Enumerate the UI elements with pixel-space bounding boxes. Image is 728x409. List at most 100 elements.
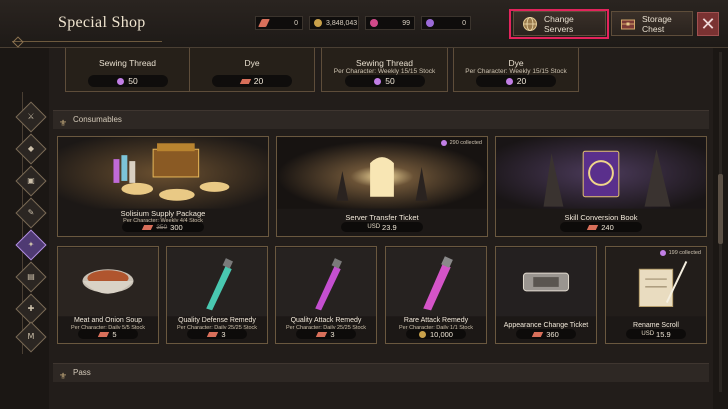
item-price: 5 [78,329,138,339]
item-name: Dye [508,58,524,68]
item-price: 350 300 [122,222,204,232]
emblem-icon: ✚ [27,304,35,313]
pink-orb-icon [117,77,125,85]
chest-icon [621,19,635,30]
item-price: USD 23.9 [341,222,423,232]
item-card-dye[interactable]: Dye 20 [189,48,315,92]
currency-unit: USD [641,331,655,337]
category-sidebar: ⚔ ◆ ▣ ✎ ✦ ▤ ✚ M [8,98,47,353]
potion-icon: ✦ [27,240,35,249]
section-pass[interactable]: ⚜ Pass [53,363,709,382]
shop-main-panel: Sewing Thread 50 Dye 20 Sewing Thread Pe… [49,48,713,409]
currency-bar: 0 3,848,043 99 0 [255,16,471,30]
sidebar-item-potion[interactable]: ✦ [15,229,47,261]
item-card-quality-defense-remedy[interactable]: Quality Defense Remedy Per Character: Da… [166,246,268,344]
item-card-rare-attack-remedy[interactable]: Rare Attack Remedy Per Character: Daily … [385,246,487,344]
item-price: 10,000 [406,329,466,339]
collected-count: 199 collected [668,250,701,256]
red-gem-icon [207,331,219,337]
item-card-appearance-change-ticket[interactable]: Appearance Change Ticket 360 [495,246,597,344]
change-servers-button[interactable]: Change Servers [513,11,606,36]
red-gem-icon [98,331,110,337]
item-card-server-transfer-ticket[interactable]: 290 collected Server Transfer Ticket USD… [276,136,488,237]
currency-value: 0 [294,19,298,27]
item-card-dye-weekly[interactable]: Dye Per Character: Weekly 15/15 Stock 20 [453,48,579,92]
item-name: Skill Conversion Book [564,213,638,222]
item-limit: Per Character: Weekly 15/15 Stock [333,68,436,75]
currency-pink-gem: 99 [365,16,415,30]
price-value: 3 [221,329,226,339]
sidebar-item-scroll[interactable]: ✎ [15,197,47,229]
item-card-skill-conversion-book[interactable]: Skill Conversion Book 240 [495,136,707,237]
red-gem-icon [532,331,544,337]
item-name: Quality Attack Remedy [290,317,362,324]
item-price: 50 [87,75,168,87]
chest-icon: ▣ [27,176,35,185]
item-card-sewing-thread[interactable]: Sewing Thread 50 [65,48,190,92]
sidebar-item-mount[interactable]: M [15,321,47,353]
section-consumables[interactable]: ⚜ Consumables [53,110,709,129]
item-card-quality-attack-remedy[interactable]: Quality Attack Remedy Per Character: Dai… [275,246,377,344]
globe-icon [523,17,537,31]
red-gem-icon [142,224,154,230]
item-name: Rare Attack Remedy [403,317,469,324]
wardrobe-icon: ▤ [27,272,35,281]
item-name: Quality Defense Remedy [178,317,256,324]
currency-red-gem: 0 [255,16,303,30]
item-card-rename-scroll[interactable]: 199 collected Rename Scroll USD 15.9 [605,246,707,344]
price-value: 50 [385,76,395,86]
close-button[interactable]: ✕ [697,12,719,36]
shop-header: Special Shop 0 3,848,043 99 0 Change Ser… [0,0,728,48]
price-value: 240 [601,222,614,232]
item-price: 3 [187,329,247,339]
sidebar-item-armor[interactable]: ◆ [15,133,47,165]
item-price: 20 [212,75,292,87]
red-gem-icon [316,331,328,337]
item-price: 20 [476,75,556,87]
mount-icon: M [27,332,35,341]
item-price: USD 15.9 [626,329,686,339]
item-limit: Per Character: Weekly 15/15 Stock [465,68,567,75]
old-price: 350 [156,223,168,231]
red-gem-icon [587,224,599,230]
skill-book-art [496,137,706,209]
collected-badge: 290 collected [440,140,482,146]
page-title: Special Shop [58,14,146,31]
item-card-meat-and-onion-soup[interactable]: Meat and Onion Soup Per Character: Daily… [57,246,159,344]
item-name: Sewing Thread [98,58,157,68]
item-name: Server Transfer Ticket [345,213,419,222]
item-card-solisium-supply-package[interactable]: Solisium Supply Package Per Character: W… [57,136,269,237]
fleur-icon: ⚜ [59,119,68,129]
pink-orb-icon [374,77,382,85]
sidebar-item-sword[interactable]: ⚔ [15,101,47,133]
close-icon: ✕ [700,13,716,35]
item-name: Solisium Supply Package [120,209,206,218]
scrollbar-thumb[interactable] [718,174,723,244]
storage-chest-button[interactable]: Storage Chest [611,11,693,36]
price-value: 20 [516,76,527,86]
item-card-sewing-thread-weekly[interactable]: Sewing Thread Per Character: Weekly 15/1… [321,48,448,92]
sidebar-item-chest[interactable]: ▣ [15,165,47,197]
gold-coin-icon [314,19,322,27]
rename-scroll-art [606,247,706,317]
title-ornament [12,36,162,42]
item-price: 3 [296,329,356,339]
appearance-ticket-art [496,247,596,317]
currency-value: 3,848,043 [326,19,358,27]
currency-purple-orb: 0 [421,16,471,30]
item-name: Appearance Change Ticket [503,322,589,329]
pink-gem-icon [370,19,378,27]
sidebar-item-emblem[interactable]: ✚ [15,293,47,325]
armor-icon: ◆ [27,144,35,153]
scroll-icon: ✎ [27,208,35,217]
red-gem-icon [239,78,251,84]
sidebar-item-wardrobe[interactable]: ▤ [15,261,47,293]
purple-orb-icon [440,140,447,146]
currency-value: 0 [462,19,466,27]
item-name: Dye [244,58,260,68]
storage-chest-label: Storage Chest [642,13,672,34]
gold-coin-icon [419,330,427,338]
currency-unit: USD [367,224,381,230]
price-value: 15.9 [656,329,671,339]
price-value: 5 [112,329,117,339]
